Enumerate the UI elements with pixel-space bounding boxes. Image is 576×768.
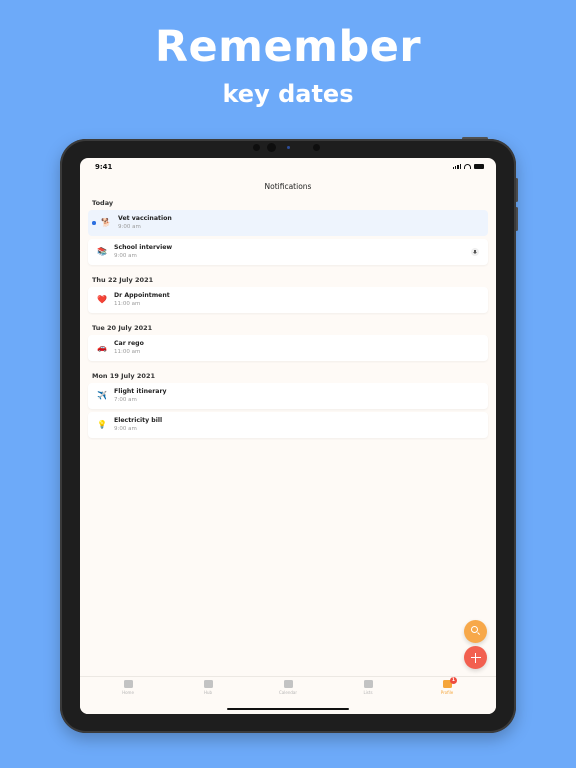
notification-time: 7:00 am <box>114 397 137 403</box>
flash-icon <box>313 144 320 151</box>
notification-item-car-rego[interactable]: 🚗 Car rego 11:00 am <box>88 335 488 361</box>
section-header-date: Mon 19 July 2021 <box>92 372 155 380</box>
car-icon: 🚗 <box>97 343 107 352</box>
notification-time: 11:00 am <box>114 301 141 307</box>
status-icons <box>452 164 484 169</box>
status-bar: 9:41 <box>80 158 496 178</box>
search-icon <box>471 626 478 633</box>
tab-label: Home <box>122 690 134 695</box>
section-header-date: Thu 22 July 2021 <box>92 276 154 284</box>
wifi-icon <box>464 164 471 169</box>
status-time: 9:41 <box>95 163 113 171</box>
app-screen: 9:41 Notifications Today 🐕 Vet vaccinati… <box>80 158 496 714</box>
airplane-icon: ✈️ <box>97 391 107 400</box>
notification-time: 9:00 am <box>118 224 141 230</box>
camera-icon <box>253 144 260 151</box>
list-icon <box>363 680 373 688</box>
notification-time: 11:00 am <box>114 349 141 355</box>
notification-title: Vet vaccination <box>118 215 172 222</box>
notification-item-dr-appointment[interactable]: ❤️ Dr Appointment 11:00 am <box>88 287 488 313</box>
tab-label: Lists <box>363 690 373 695</box>
add-fab-button[interactable] <box>464 646 487 669</box>
lightbulb-icon: 💡 <box>97 420 107 429</box>
battery-icon <box>474 164 484 169</box>
download-icon[interactable] <box>471 248 479 256</box>
home-indicator <box>227 708 349 710</box>
search-fab-button[interactable] <box>464 620 487 643</box>
signal-icon <box>452 164 461 169</box>
notification-time: 9:00 am <box>114 253 137 259</box>
notification-title: Dr Appointment <box>114 292 170 299</box>
sensor-icon <box>287 146 290 149</box>
notification-title: School interview <box>114 244 173 251</box>
section-header-today: Today <box>92 199 114 207</box>
tab-label: Calendar <box>279 690 297 695</box>
notification-item-electricity-bill[interactable]: 💡 Electricity bill 9:00 am <box>88 412 488 438</box>
page-title: Notifications <box>264 182 312 191</box>
tab-lists[interactable]: Lists <box>348 680 388 695</box>
tab-home[interactable]: Home <box>108 680 148 695</box>
tab-profile[interactable]: 1 Profile <box>427 677 467 695</box>
notification-item-school-interview[interactable]: 📚 School interview 9:00 am <box>88 239 488 265</box>
tab-label: Profile <box>440 690 454 695</box>
books-icon: 📚 <box>97 247 107 256</box>
notification-time: 9:00 am <box>114 426 137 432</box>
notification-title: Car rego <box>114 340 144 347</box>
notification-title: Flight itinerary <box>114 388 167 395</box>
notification-badge: 1 <box>450 677 457 684</box>
notification-title: Electricity bill <box>114 417 163 424</box>
grid-icon <box>203 680 213 688</box>
heart-icon: ❤️ <box>97 295 107 304</box>
promo-headline: Remember <box>154 22 422 72</box>
unread-indicator <box>92 221 96 225</box>
camera-lens-icon <box>267 143 276 152</box>
tab-calendar[interactable]: Calendar <box>268 680 308 695</box>
dog-icon: 🐕 <box>101 218 111 227</box>
promo-subheadline: key dates <box>222 80 354 108</box>
home-icon <box>123 680 133 688</box>
notification-item-vet-vaccination[interactable]: 🐕 Vet vaccination 9:00 am <box>88 210 488 236</box>
tab-label: Hub <box>203 690 213 695</box>
calendar-icon <box>283 680 293 688</box>
notification-item-flight-itinerary[interactable]: ✈️ Flight itinerary 7:00 am <box>88 383 488 409</box>
plus-icon <box>464 646 487 669</box>
section-header-date: Tue 20 July 2021 <box>92 324 153 332</box>
tab-hub[interactable]: Hub <box>188 680 228 695</box>
